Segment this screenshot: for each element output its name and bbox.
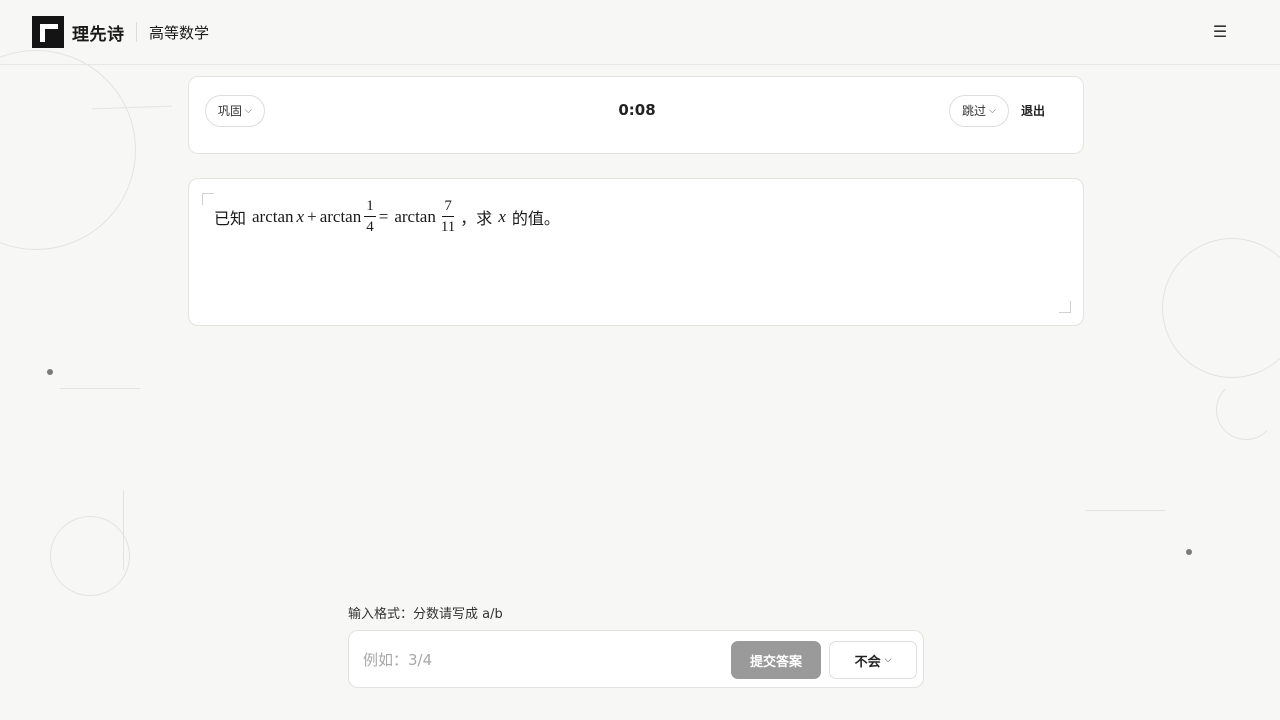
timer: 0:08 (618, 101, 656, 119)
background-circle (1162, 238, 1280, 378)
background-dot (1186, 549, 1192, 555)
header-divider (136, 22, 137, 42)
corner-decoration (202, 193, 214, 205)
fraction: 1 4 (364, 198, 376, 235)
chevron-down-icon: ⌵ (884, 655, 892, 665)
background-line (60, 388, 140, 389)
format-hint: 输入格式：分数请写成 a/b (348, 607, 503, 622)
logo-icon[interactable] (32, 16, 64, 48)
exit-button[interactable]: 退出 (1021, 102, 1045, 119)
background-circle (1216, 380, 1276, 440)
answer-box: 提交答案 不会 ⌵ (348, 630, 924, 688)
background-circle (0, 50, 136, 250)
background-dot (47, 369, 53, 375)
skip-dropdown[interactable]: 跳过 ⌵ (949, 95, 1009, 127)
practice-controls: 巩固 ⌵ 0:08 跳过 ⌵ 退出 (188, 76, 1084, 154)
chevron-down-icon: ⌵ (989, 106, 996, 116)
background-line (123, 490, 124, 570)
skip-label: 跳过 (962, 104, 987, 118)
subject-title: 高等数学 (149, 24, 210, 42)
background-circle (50, 516, 130, 596)
corner-decoration (1059, 301, 1071, 313)
background-line (1086, 510, 1166, 511)
dont-know-button[interactable]: 不会 ⌵ (829, 641, 917, 679)
menu-icon[interactable]: ☰ (1208, 22, 1232, 42)
brand-name[interactable]: 理先诗 (72, 20, 125, 45)
chevron-down-icon: ⌵ (245, 106, 252, 116)
app-header: 理先诗 高等数学 ☰ (0, 0, 1280, 65)
question-card: 已知 arctan x + arctan 1 4 = arctan 7 11 ，… (188, 178, 1084, 326)
question-text: 已知 arctan x + arctan 1 4 = arctan 7 11 ，… (214, 198, 560, 235)
answer-input[interactable] (363, 645, 723, 675)
dont-know-label: 不会 (854, 654, 881, 670)
submit-answer-button[interactable]: 提交答案 (731, 641, 821, 679)
mode-label: 巩固 (218, 104, 243, 118)
fraction: 7 11 (440, 198, 456, 235)
mode-dropdown[interactable]: 巩固 ⌵ (205, 95, 265, 127)
background-line (92, 105, 172, 110)
